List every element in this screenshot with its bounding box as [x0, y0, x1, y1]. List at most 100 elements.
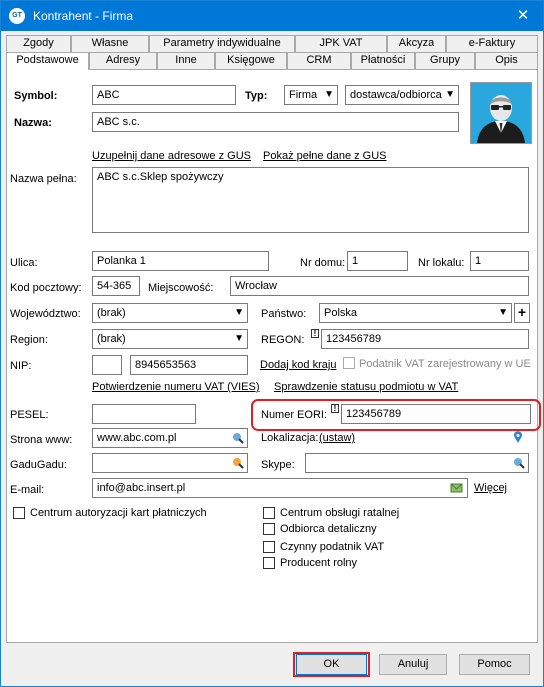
tab-crm[interactable]: CRM: [287, 52, 351, 69]
miejscowosc-input[interactable]: Wrocław: [230, 276, 529, 296]
chevron-down-icon: ▼: [445, 89, 455, 100]
eori-input[interactable]: 123456789: [341, 404, 531, 424]
czynny-podatnik-vat-label: Czynny podatnik VAT: [280, 541, 385, 553]
add-country-button[interactable]: +: [514, 303, 530, 323]
skype-input[interactable]: [305, 453, 529, 473]
centrum-obslugi-ratalnej-label: Centrum obsługi ratalnej: [280, 507, 400, 519]
tab-adresy[interactable]: Adresy: [89, 52, 157, 69]
tab-inne[interactable]: Inne: [157, 52, 215, 69]
odbiorca-detaliczny-checkbox[interactable]: [263, 523, 275, 535]
nip-label: NIP:: [10, 360, 32, 372]
lokalizacja-label: Lokalizacja:: [261, 432, 319, 444]
typ-select-value: Firma: [289, 89, 318, 101]
czynny-podatnik-vat-checkbox[interactable]: [263, 541, 275, 553]
typ-label: Typ:: [245, 90, 268, 102]
tab-opis[interactable]: Opis: [475, 52, 538, 69]
kod-pocztowy-input[interactable]: 54-365: [92, 276, 140, 296]
anuluj-button[interactable]: Anuluj: [379, 654, 447, 675]
email-label: E-mail:: [10, 484, 45, 496]
nr-lokalu-label: Nr lokalu:: [418, 257, 465, 269]
chevron-down-icon: ▼: [234, 307, 244, 318]
wojewodztwo-select[interactable]: (brak) ▼: [92, 303, 248, 323]
typ-role-select[interactable]: dostawca/odbiorca ▼: [345, 85, 459, 105]
tab-zgody[interactable]: Zgody: [6, 35, 71, 52]
centrum-autoryzacji-checkbox[interactable]: [13, 507, 25, 519]
gadugadu-input[interactable]: [92, 453, 248, 473]
pokaz-gus-link[interactable]: Pokaż pełne dane z GUS: [263, 150, 387, 162]
tab-wlasne[interactable]: Własne: [71, 35, 149, 52]
required-marker-icon: !: [311, 329, 319, 338]
www-input-value: www.abc.com.pl: [97, 432, 177, 444]
centrum-obslugi-ratalnej-checkbox[interactable]: [263, 507, 275, 519]
nr-domu-label: Nr domu:: [300, 257, 346, 269]
eori-label: Numer EORI:: [261, 409, 328, 421]
chevron-down-icon: ▼: [498, 307, 508, 318]
podatnik-vat-ue-label: Podatnik VAT zarejestrowany w UE: [359, 358, 531, 370]
pomoc-button[interactable]: Pomoc: [459, 654, 530, 675]
nip-prefix-input[interactable]: [92, 355, 122, 375]
chevron-down-icon: ▼: [324, 89, 334, 100]
www-input[interactable]: www.abc.com.pl: [92, 428, 248, 448]
avatar[interactable]: [470, 82, 532, 144]
skype-label: Skype:: [261, 459, 295, 471]
tab-grupy[interactable]: Grupy: [415, 52, 475, 69]
tab-jpk-vat[interactable]: JPK VAT: [295, 35, 387, 52]
map-pin-icon[interactable]: [513, 431, 523, 444]
nazwa-label: Nazwa:: [14, 117, 52, 129]
symbol-label: Symbol:: [14, 90, 58, 102]
tab-platnosci[interactable]: Płatności: [351, 52, 415, 69]
odbiorca-detaliczny-label: Odbiorca detaliczny: [280, 523, 377, 535]
typ-select[interactable]: Firma ▼: [284, 85, 338, 105]
status-vat-link[interactable]: Sprawdzenie statusu podmiotu w VAT: [274, 381, 458, 393]
vies-link[interactable]: Potwierdzenie numeru VAT (VIES): [92, 381, 260, 393]
panstwo-select[interactable]: Polska ▼: [319, 303, 512, 323]
tab-e-faktury[interactable]: e-Faktury: [446, 35, 538, 52]
window-title: Kontrahent - Firma: [33, 9, 134, 23]
nazwa-input[interactable]: ABC s.c.: [92, 112, 459, 132]
email-input-value: info@abc.insert.pl: [97, 482, 186, 494]
dialog-window: GT Kontrahent - Firma ✕ Zgody Własne Par…: [0, 0, 544, 687]
tab-akcyza[interactable]: Akcyza: [387, 35, 446, 52]
region-select-value: (brak): [97, 333, 126, 345]
close-icon[interactable]: ✕: [503, 1, 543, 31]
tab-ksiegowe[interactable]: Księgowe: [215, 52, 287, 69]
open-link-icon[interactable]: [232, 432, 244, 444]
chevron-down-icon: ▼: [234, 333, 244, 344]
producent-rolny-checkbox[interactable]: [263, 557, 275, 569]
uzupelnij-gus-link[interactable]: Uzupełnij dane adresowe z GUS: [92, 150, 251, 162]
kod-pocztowy-label: Kod pocztowy:: [10, 282, 82, 294]
title-bar[interactable]: GT Kontrahent - Firma ✕: [1, 1, 543, 31]
panstwo-select-value: Polska: [324, 307, 358, 319]
required-marker-icon: !: [331, 404, 339, 413]
regon-input[interactable]: 123456789: [321, 329, 529, 349]
symbol-input[interactable]: ABC: [92, 85, 236, 105]
podatnik-vat-ue-checkbox[interactable]: [343, 357, 355, 369]
tab-parametry-indywidualne[interactable]: Parametry indywidualne: [149, 35, 295, 52]
pesel-label: PESEL:: [10, 409, 49, 421]
skype-launch-icon[interactable]: [513, 457, 525, 469]
pesel-input[interactable]: [92, 404, 196, 424]
wiecej-link[interactable]: Więcej: [474, 482, 507, 494]
nip-input[interactable]: 8945653563: [130, 355, 248, 375]
gadugadu-label: GaduGadu:: [10, 459, 67, 471]
nr-lokalu-input[interactable]: 1: [470, 251, 529, 271]
panstwo-label: Państwo:: [261, 308, 307, 320]
email-input[interactable]: info@abc.insert.pl: [92, 478, 468, 498]
ustaw-link[interactable]: (ustaw): [319, 432, 355, 444]
app-logo-icon: GT: [9, 8, 25, 24]
region-select[interactable]: (brak) ▼: [92, 329, 248, 349]
tab-podstawowe[interactable]: Podstawowe: [6, 52, 89, 70]
miejscowosc-label: Miejscowość:: [148, 282, 214, 294]
wojewodztwo-select-value: (brak): [97, 307, 126, 319]
send-email-icon[interactable]: [450, 482, 464, 494]
nazwa-pelna-textarea[interactable]: ABC s.c.Sklep spożywczy: [92, 167, 529, 233]
centrum-autoryzacji-label: Centrum autoryzacji kart płatniczych: [30, 507, 207, 519]
nr-domu-input[interactable]: 1: [347, 251, 408, 271]
gadugadu-launch-icon[interactable]: [232, 457, 244, 469]
typ-role-select-value: dostawca/odbiorca: [350, 89, 442, 101]
region-label: Region:: [10, 334, 48, 346]
ok-button[interactable]: OK: [296, 654, 367, 675]
regon-label: REGON:: [261, 334, 305, 346]
dodaj-kod-kraju-link[interactable]: Dodaj kod kraju: [260, 359, 336, 371]
ulica-input[interactable]: Polanka 1: [92, 251, 269, 271]
